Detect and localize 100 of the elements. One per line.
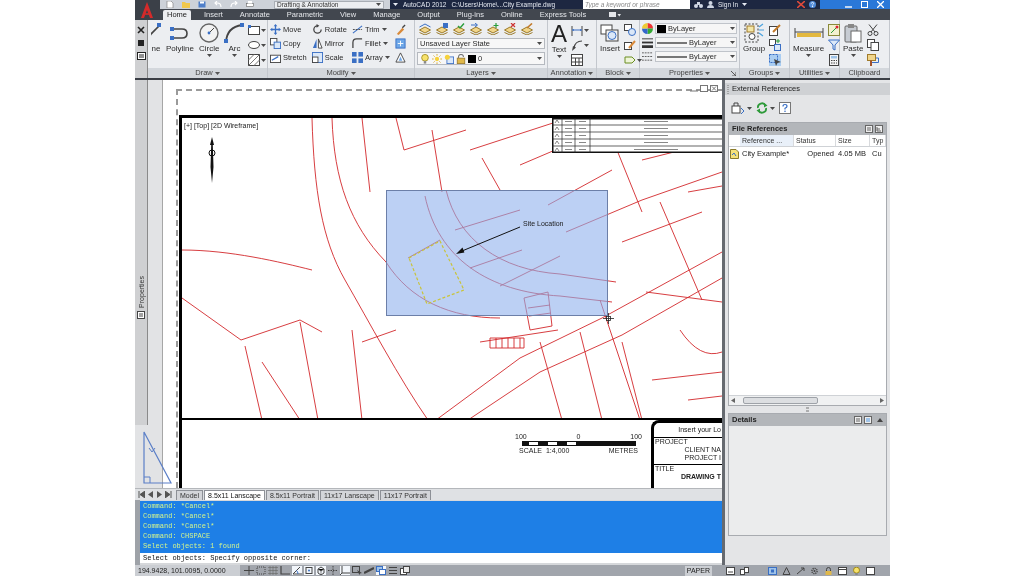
- block-pencil-icon[interactable]: [624, 39, 636, 51]
- x-mark-icon[interactable]: [797, 1, 805, 8]
- tracking-lines-icon[interactable]: [328, 566, 338, 575]
- list-icon[interactable]: [388, 566, 398, 575]
- layer-sheets-check-icon[interactable]: [453, 23, 465, 35]
- layer-sheets-icon[interactable]: [419, 23, 431, 35]
- layer-sheets-pencil-icon[interactable]: [521, 23, 533, 35]
- left-arrow-icon[interactable]: [731, 398, 735, 403]
- refresh-arrows-icon[interactable]: [756, 102, 768, 114]
- linetype-icon: [642, 51, 653, 62]
- mirror-triangles-icon: [311, 38, 323, 49]
- calculator-icon[interactable]: [828, 54, 841, 66]
- diagonal-arrow-icon[interactable]: [796, 566, 805, 575]
- rectangle-outline-icon[interactable]: [866, 566, 875, 575]
- close-icon[interactable]: [137, 26, 145, 34]
- branch-box-icon[interactable]: [875, 125, 883, 133]
- collapse-up-icon[interactable]: [877, 418, 883, 422]
- grip-bar[interactable]: [135, 500, 140, 565]
- paste-button[interactable]: Paste: [842, 23, 865, 57]
- right-arrow-icon[interactable]: [880, 398, 884, 403]
- box-arrow-icon[interactable]: [731, 102, 745, 114]
- nested-triangles-icon[interactable]: [394, 52, 406, 63]
- caret-icon: [537, 42, 542, 45]
- copy-shapes-icon: [270, 38, 281, 49]
- overlap-squares-icon[interactable]: [376, 566, 386, 575]
- window-icon[interactable]: [838, 566, 847, 575]
- triangle-icon[interactable]: [782, 566, 791, 575]
- text-button[interactable]: A Text: [550, 23, 568, 58]
- leader-arrow-icon[interactable]: [571, 39, 583, 51]
- stacked-squares-icon[interactable]: [400, 566, 410, 575]
- paintbrush-icon[interactable]: [867, 54, 880, 66]
- skip-right-icon[interactable]: [165, 491, 172, 498]
- scrollbar-thumb[interactable]: [743, 397, 818, 404]
- two-rectangles-icon[interactable]: [740, 566, 749, 575]
- binoculars-icon[interactable]: [694, 1, 703, 8]
- arc-button[interactable]: Arc: [223, 23, 246, 57]
- caret-icon: [376, 3, 381, 6]
- printer-icon[interactable]: [246, 1, 254, 8]
- skip-left-icon[interactable]: [138, 491, 145, 498]
- scissors-icon[interactable]: [867, 24, 880, 36]
- snap-square-icon[interactable]: [304, 566, 314, 575]
- caret-icon: [747, 106, 752, 110]
- group-button[interactable]: Group: [742, 23, 767, 53]
- lined-box-icon: [137, 310, 145, 319]
- box-pencil-icon[interactable]: [769, 24, 782, 36]
- table-icon[interactable]: [571, 54, 583, 66]
- lightbulb-icon[interactable]: [852, 566, 861, 575]
- grip-icon[interactable]: [806, 407, 809, 412]
- maximize-icon[interactable]: [700, 85, 708, 92]
- corner-arrow-icon[interactable]: [731, 71, 736, 76]
- line-sample-icon: [657, 41, 687, 44]
- copy-pages-icon[interactable]: [867, 39, 880, 51]
- text-glyph: A: [551, 23, 567, 44]
- polyline-button[interactable]: Polyline: [165, 23, 195, 53]
- right-triangle-icon[interactable]: [156, 491, 163, 498]
- brush-icon[interactable]: [394, 24, 406, 35]
- box-cursor-icon[interactable]: [769, 54, 782, 66]
- dimension-icon[interactable]: [571, 24, 583, 36]
- rotate-arrow-icon: [311, 24, 323, 35]
- measure-button[interactable]: Measure: [792, 23, 826, 57]
- lined-box-icon[interactable]: [136, 52, 146, 60]
- gear-icon[interactable]: [810, 566, 819, 575]
- caret-icon: [537, 57, 542, 60]
- framed-square-icon[interactable]: [864, 416, 872, 424]
- dotted-square-icon[interactable]: [256, 566, 266, 575]
- layer-sheets-arrow-icon[interactable]: [470, 23, 482, 35]
- block-shapes-icon[interactable]: [624, 24, 636, 36]
- help-icon[interactable]: [779, 102, 791, 114]
- layer-sheets-cross-icon[interactable]: [504, 23, 516, 35]
- boxes-plus-icon[interactable]: [769, 39, 782, 51]
- ucs-triangle-icon: [141, 430, 173, 486]
- padlock-icon[interactable]: [824, 566, 833, 575]
- insert-button[interactable]: Insert: [599, 23, 621, 53]
- crosshair-icon[interactable]: [244, 566, 254, 575]
- cube-icon[interactable]: [316, 566, 326, 575]
- lineweight-icon: [642, 37, 653, 48]
- four-arrows-icon: [270, 24, 281, 35]
- lightbulb-icon: [420, 53, 430, 64]
- framed-square-icon[interactable]: [768, 566, 777, 575]
- color-swatch-icon: [657, 24, 666, 33]
- circle-button[interactable]: Circle: [198, 23, 221, 57]
- thick-line-icon[interactable]: [364, 566, 374, 575]
- user-icon: [707, 1, 714, 8]
- hatch-icon[interactable]: [248, 54, 261, 66]
- point-line-icon[interactable]: [828, 24, 841, 36]
- angle-arc-icon[interactable]: [292, 566, 302, 575]
- filled-square-icon[interactable]: [137, 39, 145, 47]
- sun-icon: [432, 53, 442, 64]
- help-icon[interactable]: [809, 1, 816, 8]
- ribbon-toggle-icon[interactable]: [609, 11, 622, 18]
- rectangle-icon[interactable]: [248, 24, 261, 36]
- left-triangle-icon[interactable]: [147, 491, 154, 498]
- plus-square-icon[interactable]: [394, 38, 406, 49]
- layer-sheets-plus-icon[interactable]: [487, 23, 499, 35]
- axes-icon[interactable]: [340, 566, 350, 575]
- leader-arrow: [455, 224, 522, 257]
- pointer-box-icon[interactable]: [352, 566, 362, 575]
- ellipse-icon[interactable]: [248, 39, 261, 51]
- line-button[interactable]: ne: [150, 23, 162, 53]
- caret-icon: [730, 55, 735, 58]
